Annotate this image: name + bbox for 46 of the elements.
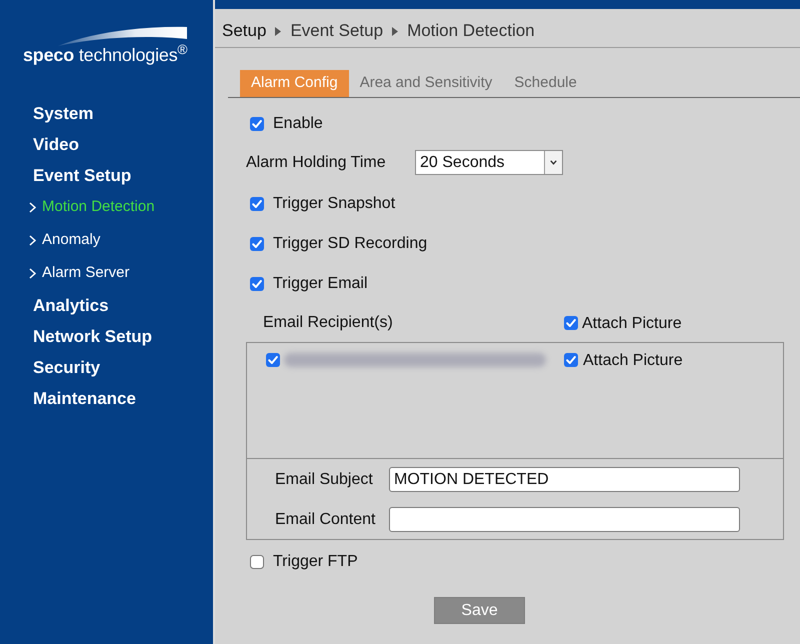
sidebar-item[interactable]: Maintenance <box>33 386 136 412</box>
breadcrumb-item: Event Setup <box>290 20 384 42</box>
tab[interactable]: Schedule <box>503 70 588 97</box>
checkbox[interactable] <box>564 353 578 367</box>
checkbox[interactable] <box>250 197 264 211</box>
sidebar-subitem[interactable]: Alarm Server <box>42 262 130 285</box>
checkbox-label: Enable <box>273 114 323 134</box>
sidebar-subitem[interactable]: Anomaly <box>42 229 100 252</box>
sidebar-item[interactable]: Security <box>33 354 100 380</box>
swoosh-icon <box>58 26 187 46</box>
chevron-right-icon <box>29 268 36 279</box>
sidebar-item[interactable]: Network Setup <box>33 324 152 350</box>
tab[interactable]: Area and Sensitivity <box>348 70 504 97</box>
checkbox[interactable] <box>250 555 264 569</box>
logo-text: speco technologies$^{®}$ <box>23 45 188 65</box>
email-subject-field[interactable]: MOTION DETECTED <box>389 467 740 492</box>
sidebar-item[interactable]: Video <box>33 132 79 158</box>
caret-down-icon <box>550 160 557 165</box>
checkbox-label: Trigger Snapshot <box>273 194 396 214</box>
checkbox[interactable] <box>250 237 264 251</box>
checkbox[interactable] <box>266 353 280 367</box>
breadcrumb-item: Motion Detection <box>407 20 535 42</box>
chevron-right-icon <box>29 202 36 213</box>
checkbox[interactable] <box>564 316 578 330</box>
breadcrumb-item: Setup <box>222 20 266 42</box>
holding-time-select[interactable]: 20 Seconds <box>415 150 563 175</box>
checkbox-label: Attach Picture <box>582 314 682 334</box>
field-label: Alarm Holding Time <box>246 152 387 172</box>
checkbox-label: Attach Picture <box>583 351 683 371</box>
chevron-right-icon <box>29 235 36 246</box>
checkbox-label: Trigger SD Recording <box>273 234 428 254</box>
email-content-field[interactable] <box>389 507 740 532</box>
field-label: Email Content <box>275 510 376 530</box>
checkbox[interactable] <box>250 117 264 131</box>
checkbox-label: Trigger Email <box>273 274 368 294</box>
sidebar-item[interactable]: Event Setup <box>33 162 132 188</box>
sidebar-item[interactable]: System <box>33 100 94 126</box>
sidebar-item[interactable]: Analytics <box>33 292 109 318</box>
field-label: Email Subject <box>275 470 374 490</box>
checkbox-label: Trigger FTP <box>273 552 358 572</box>
field-label: Email Recipient(s) <box>263 313 394 333</box>
sidebar-subitem[interactable]: Motion Detection <box>42 196 155 219</box>
save-button[interactable]: Save <box>434 597 525 624</box>
triangle-right-icon <box>275 26 282 36</box>
checkbox[interactable] <box>250 277 264 291</box>
triangle-right-icon <box>392 26 398 36</box>
